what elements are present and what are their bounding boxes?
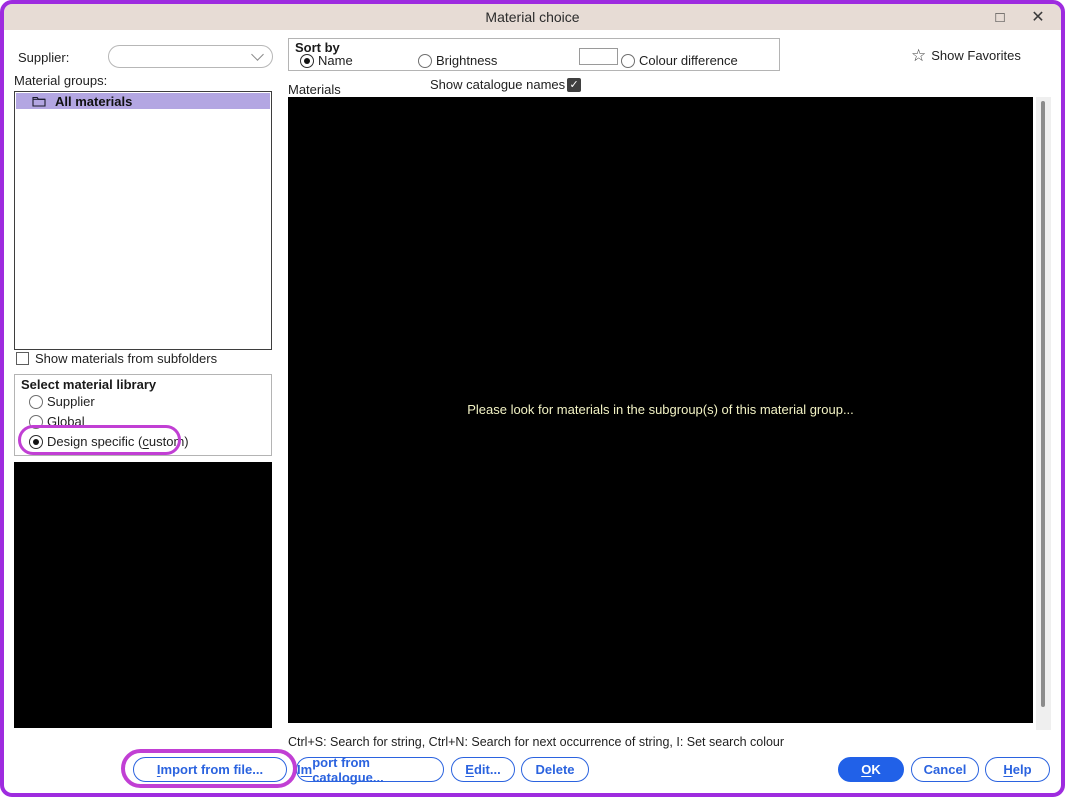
import-from-catalogue-button[interactable]: Import from catalogue...: [296, 757, 444, 782]
material-groups-list: All materials: [14, 91, 272, 350]
radio-design-specific[interactable]: Design specific (custom): [29, 434, 189, 449]
show-catalogue-names-label: Show catalogue names: [430, 77, 565, 92]
sort-by-group: Sort by Name Brightness Colour differenc…: [288, 38, 780, 71]
maximize-button[interactable]: □: [987, 4, 1013, 30]
materials-scrollbar[interactable]: [1036, 97, 1051, 730]
show-subfolders-checkbox[interactable]: Show materials from subfolders: [16, 351, 217, 366]
ok-button[interactable]: OK: [838, 757, 904, 782]
show-favorites-toggle[interactable]: ☆ Show Favorites: [911, 47, 1021, 64]
list-item-label: All materials: [55, 94, 132, 109]
star-icon: ☆: [911, 47, 926, 64]
scrollbar-thumb[interactable]: [1041, 101, 1045, 707]
radio-supplier[interactable]: Supplier: [29, 394, 95, 409]
radio-icon: [621, 54, 635, 68]
delete-button[interactable]: Delete: [521, 757, 589, 782]
material-choice-dialog: Material choice □ ✕ Supplier: Material g…: [0, 0, 1065, 797]
window-title: Material choice: [485, 9, 579, 25]
radio-global[interactable]: Global: [29, 414, 85, 429]
materials-label: Materials: [288, 82, 341, 97]
show-favorites-label: Show Favorites: [931, 48, 1021, 63]
close-button[interactable]: ✕: [1025, 4, 1051, 30]
show-subfolders-label: Show materials from subfolders: [35, 351, 217, 366]
checkbox-unchecked-icon: [16, 352, 29, 365]
title-bar: Material choice □ ✕: [4, 4, 1061, 30]
material-preview-panel: [14, 462, 272, 728]
material-library-group-title: Select material library: [21, 377, 156, 392]
radio-icon: [418, 54, 432, 68]
search-colour-swatch[interactable]: [579, 48, 618, 65]
materials-canvas[interactable]: Please look for materials in the subgrou…: [288, 97, 1033, 723]
radio-selected-icon: [29, 435, 43, 449]
cancel-button[interactable]: Cancel: [911, 757, 979, 782]
keyboard-shortcuts-hint: Ctrl+S: Search for string, Ctrl+N: Searc…: [288, 735, 784, 749]
checkbox-checked-icon: ✓: [567, 78, 581, 92]
radio-sort-name[interactable]: Name: [300, 53, 353, 68]
help-button[interactable]: Help: [985, 757, 1050, 782]
supplier-label: Supplier:: [18, 50, 69, 65]
folder-icon: [32, 95, 46, 107]
supplier-dropdown[interactable]: [108, 45, 273, 68]
material-groups-label: Material groups:: [14, 73, 107, 88]
radio-sort-brightness[interactable]: Brightness: [418, 53, 497, 68]
empty-materials-message: Please look for materials in the subgrou…: [288, 402, 1033, 417]
radio-sort-colour-difference[interactable]: Colour difference: [621, 53, 738, 68]
list-item-all-materials[interactable]: All materials: [16, 93, 270, 109]
show-catalogue-names-checkbox[interactable]: Show catalogue names ✓: [430, 77, 581, 92]
radio-selected-icon: [300, 54, 314, 68]
edit-button[interactable]: Edit...: [451, 757, 515, 782]
radio-icon: [29, 395, 43, 409]
radio-icon: [29, 415, 43, 429]
import-from-file-button[interactable]: Import from file...: [133, 757, 287, 782]
material-library-group: Select material library Supplier Global …: [14, 374, 272, 456]
chevron-down-icon: [251, 48, 264, 61]
